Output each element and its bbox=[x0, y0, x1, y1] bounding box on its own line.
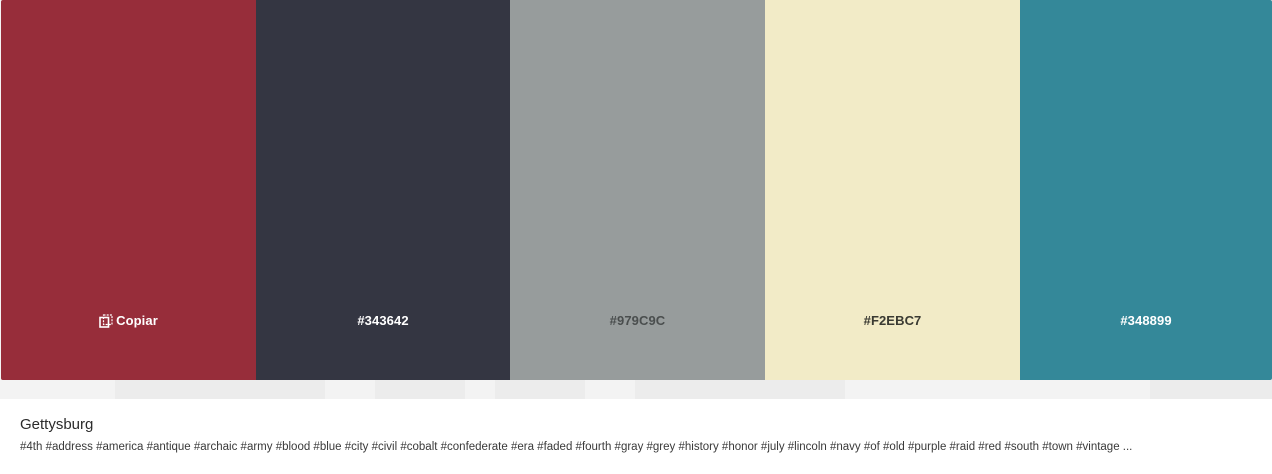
copy-button[interactable]: Copiar bbox=[1, 312, 256, 330]
strip-block bbox=[1150, 380, 1272, 400]
strip-block bbox=[375, 380, 465, 400]
palette-title[interactable]: Gettysburg bbox=[20, 416, 93, 433]
background-strip bbox=[0, 380, 1272, 400]
hex-label: #F2EBC7 bbox=[863, 313, 922, 328]
strip-block bbox=[495, 380, 585, 400]
palette-info-card[interactable]: Gettysburg #4th #address #america #antiq… bbox=[0, 399, 1272, 474]
swatch-4[interactable]: #F2EBC7 bbox=[765, 0, 1020, 380]
color-palette: Copiar #343642 #979C9C #F2EBC7 #348899 bbox=[1, 0, 1272, 380]
swatch-2[interactable]: #343642 bbox=[256, 0, 510, 380]
hex-label: #348899 bbox=[1120, 313, 1172, 328]
strip-block bbox=[115, 380, 325, 400]
copy-label: Copiar bbox=[116, 313, 158, 328]
strip-block bbox=[635, 380, 845, 400]
swatch-5[interactable]: #348899 bbox=[1020, 0, 1272, 380]
copy-icon bbox=[99, 313, 113, 328]
hex-label: #979C9C bbox=[609, 313, 666, 328]
swatch-1[interactable]: Copiar bbox=[1, 0, 256, 380]
hex-label: #343642 bbox=[357, 313, 409, 328]
swatch-3[interactable]: #979C9C bbox=[510, 0, 765, 380]
palette-tags[interactable]: #4th #address #america #antique #archaic… bbox=[20, 441, 1132, 453]
